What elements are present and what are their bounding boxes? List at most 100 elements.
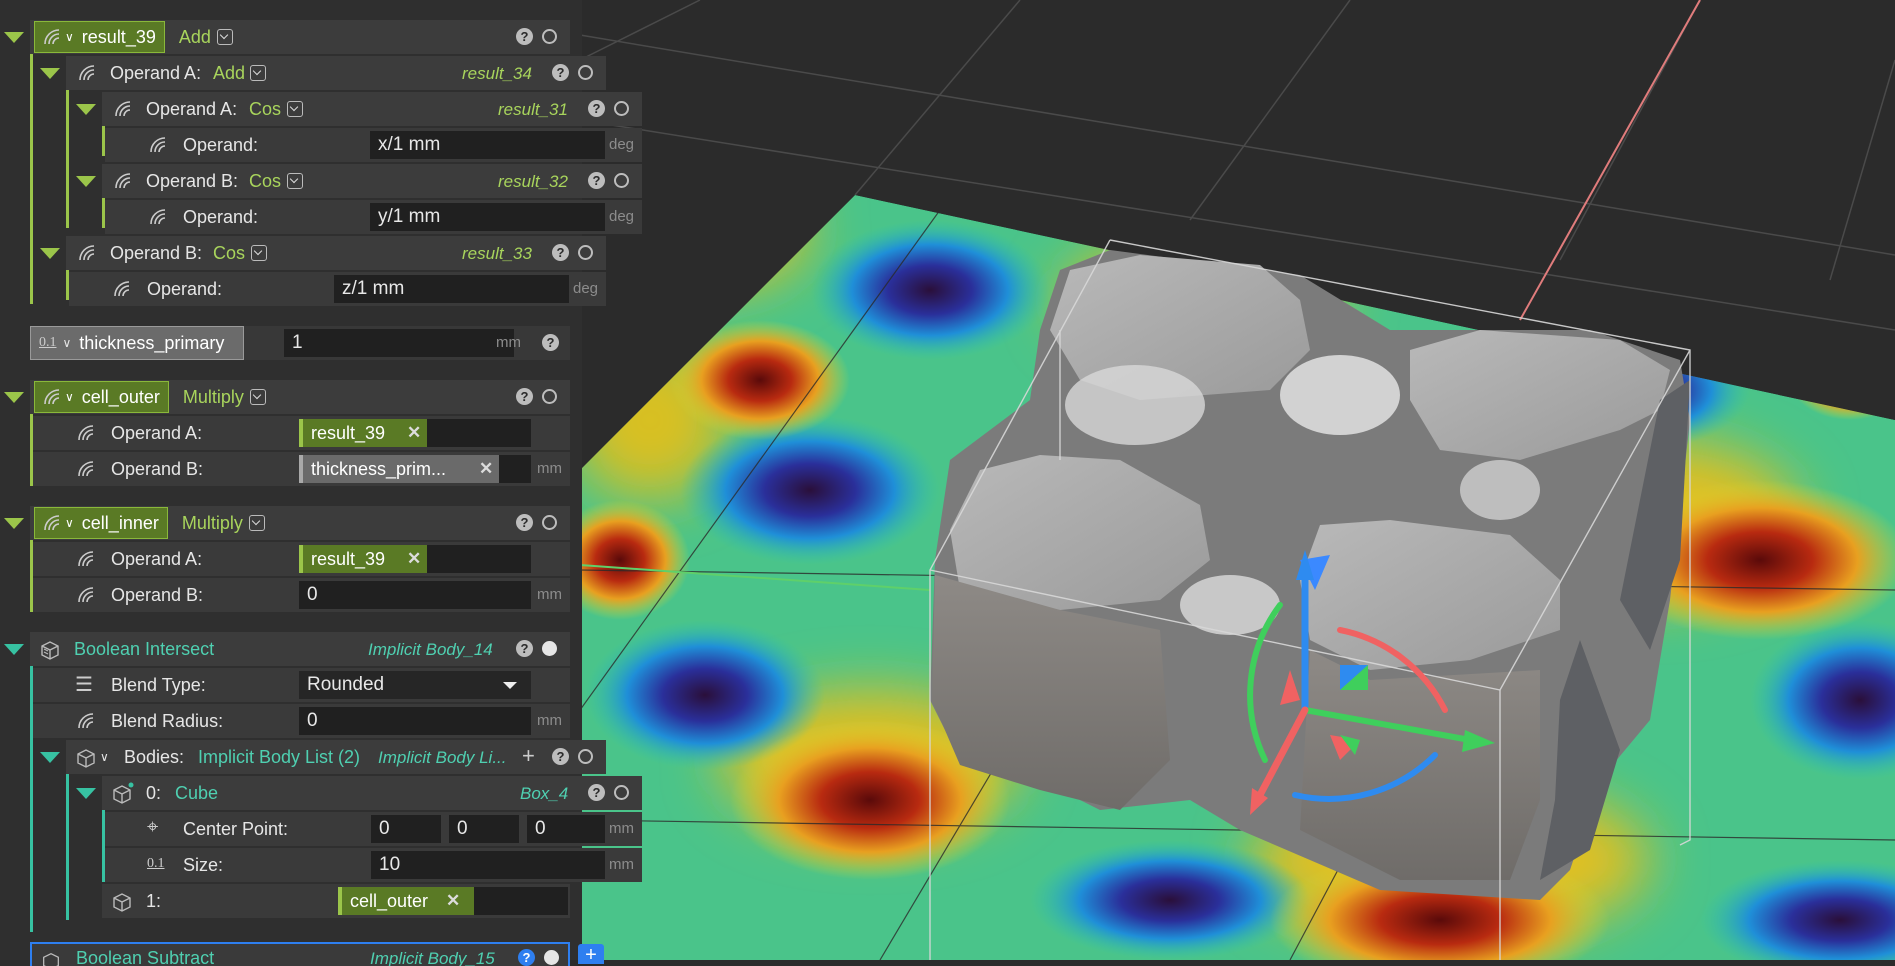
wave-icon [44, 515, 60, 531]
operation-dropdown[interactable] [249, 389, 266, 405]
help-icon[interactable]: ? [588, 100, 605, 117]
help-icon[interactable]: ? [516, 514, 533, 531]
help-icon[interactable]: ? [552, 748, 569, 765]
unit-label: deg [573, 280, 599, 297]
help-icon[interactable]: ? [516, 388, 533, 405]
circle-icon[interactable] [578, 65, 593, 80]
help-icon[interactable]: ? [518, 949, 535, 966]
circle-icon[interactable] [544, 950, 559, 965]
chevron-down-icon[interactable]: ∨ [65, 390, 74, 404]
operation-dropdown[interactable] [287, 173, 303, 189]
node-title: Boolean Subtract [76, 948, 215, 966]
operation-dropdown[interactable] [248, 515, 265, 531]
close-icon[interactable]: ✕ [407, 423, 421, 443]
operand-expression-input[interactable]: y/1 mm [370, 203, 605, 231]
circle-icon[interactable] [542, 515, 557, 530]
collapse-toggle-result-39[interactable] [4, 32, 24, 43]
close-icon[interactable]: ✕ [446, 891, 460, 911]
center-z-input[interactable]: 0 [527, 815, 605, 843]
circle-icon[interactable] [542, 389, 557, 404]
circle-icon[interactable] [614, 173, 629, 188]
center-y-input[interactable]: 0 [449, 815, 519, 843]
parameter-value-input[interactable]: 1 [284, 329, 514, 357]
node-operation: Cos [213, 243, 246, 263]
operand-label: Operand: [183, 207, 259, 227]
reference-chip[interactable]: thickness_prim... [299, 455, 499, 483]
wave-icon [78, 551, 94, 567]
node-reference: result_32 [498, 172, 568, 191]
chevron-down-icon[interactable]: ∨ [65, 516, 74, 530]
help-icon[interactable]: ? [542, 334, 559, 351]
operand-value-input[interactable]: 0 [299, 581, 531, 609]
chevron-down-icon[interactable]: ∨ [100, 750, 109, 764]
close-icon[interactable]: ✕ [407, 549, 421, 569]
cube-icon [77, 749, 95, 768]
close-icon[interactable]: ✕ [479, 459, 493, 479]
operand-row: Operand: x/1 mm deg [105, 128, 642, 162]
body-type: Cube [175, 783, 219, 803]
collapse-toggle-operand-a-cos[interactable] [76, 104, 96, 115]
wave-icon [115, 101, 131, 117]
node-reference: Box_4 [520, 784, 569, 803]
node-header-boolean-subtract[interactable]: Boolean Subtract Implicit Body_15 ? [30, 942, 570, 966]
node-reference: Implicit Body_15 [370, 949, 495, 966]
help-icon[interactable]: ? [588, 784, 605, 801]
operand-label: Operand A: [111, 423, 203, 443]
operation-dropdown[interactable] [287, 101, 303, 117]
wave-icon [150, 137, 166, 153]
unit-label: mm [609, 856, 634, 873]
circle-icon[interactable] [614, 785, 629, 800]
size-input[interactable]: 10 [371, 851, 605, 879]
operand-expression-input[interactable]: z/1 mm [334, 275, 569, 303]
circle-icon[interactable] [542, 641, 557, 656]
collapse-toggle-body-0[interactable] [76, 788, 96, 799]
blend-type-select[interactable]: Rounded [299, 671, 531, 699]
operand-label: Operand A: [146, 99, 238, 119]
plus-icon[interactable]: + [578, 944, 604, 966]
number-type-icon: 0.1 [39, 335, 57, 350]
chevron-down-icon[interactable] [503, 682, 517, 689]
operation-dropdown[interactable] [251, 245, 267, 261]
node-name-box[interactable]: ∨ result_39 [34, 21, 165, 53]
circle-icon[interactable] [578, 749, 593, 764]
help-icon[interactable]: ? [516, 640, 533, 657]
help-icon[interactable]: ? [588, 172, 605, 189]
help-icon[interactable]: ? [516, 28, 533, 45]
operation-dropdown[interactable] [250, 65, 266, 81]
operand-a-row: Operand A: result_39 ✕ [33, 416, 570, 450]
chevron-down-icon[interactable]: ∨ [65, 30, 74, 44]
node-name-box[interactable]: ∨ cell_outer [34, 381, 169, 413]
node-name-box[interactable]: ∨ cell_inner [34, 507, 168, 539]
wave-icon [78, 713, 94, 729]
collapse-toggle-operand-a[interactable] [40, 68, 60, 79]
wave-icon [79, 245, 95, 261]
node-header-operand-a-cos: Operand A: Cos result_31 ? [102, 92, 642, 126]
operand-expression-input[interactable]: x/1 mm [370, 131, 605, 159]
node-operation: Cos [249, 171, 282, 191]
plus-icon[interactable]: + [522, 743, 535, 769]
collapse-toggle-operand-b-cos[interactable] [76, 176, 96, 187]
operand-a-row: Operand A: result_39 ✕ [33, 542, 570, 576]
node-header-cell-outer: ∨ cell_outer Multiply ? [30, 380, 570, 414]
center-x-input[interactable]: 0 [371, 815, 441, 843]
node-reference: result_31 [498, 100, 568, 119]
help-icon[interactable]: ? [552, 244, 569, 261]
collapse-toggle-cell-outer[interactable] [4, 392, 24, 403]
circle-icon[interactable] [542, 29, 557, 44]
blend-radius-input[interactable]: 0 [299, 707, 531, 735]
help-icon[interactable]: ? [552, 64, 569, 81]
collapse-toggle-bodies[interactable] [40, 752, 60, 763]
center-point-label: Center Point: [183, 819, 289, 839]
parameter-name: thickness_primary [79, 332, 225, 353]
collapse-toggle-operand-b[interactable] [40, 248, 60, 259]
node-name: result_39 [81, 26, 156, 47]
node-reference: Implicit Body Li... [378, 748, 507, 767]
circle-icon[interactable] [614, 101, 629, 116]
operand-b-row: Operand B: thickness_prim... ✕ mm [33, 452, 570, 486]
operation-dropdown[interactable] [216, 29, 233, 45]
parameter-name-box[interactable]: 0.1 ∨ thickness_primary [30, 326, 244, 360]
collapse-toggle-cell-inner[interactable] [4, 518, 24, 529]
chevron-down-icon[interactable]: ∨ [63, 336, 72, 350]
circle-icon[interactable] [578, 245, 593, 260]
collapse-toggle-boolean[interactable] [4, 644, 24, 655]
